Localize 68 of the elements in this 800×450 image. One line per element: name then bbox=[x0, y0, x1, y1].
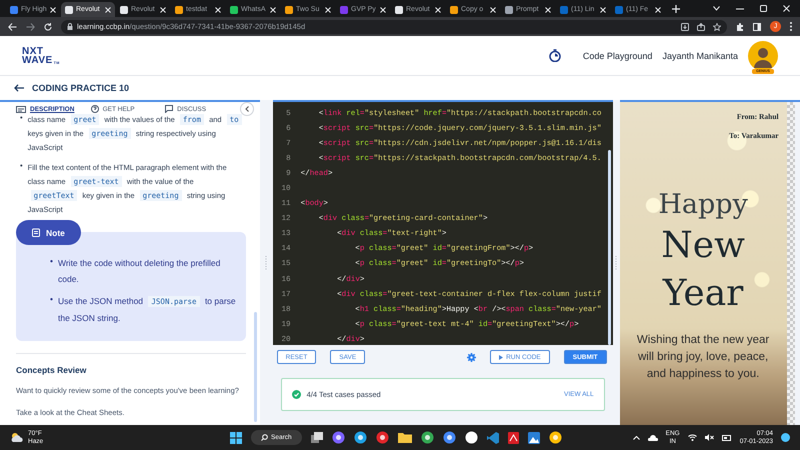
weather-icon[interactable] bbox=[10, 432, 24, 443]
section-heading: Concepts Review bbox=[16, 364, 88, 376]
cloud-icon[interactable] bbox=[648, 434, 658, 440]
puzzle-icon[interactable] bbox=[736, 22, 744, 30]
document-icon[interactable] bbox=[508, 432, 519, 444]
card-heading: Year bbox=[661, 272, 744, 316]
scrollbar[interactable] bbox=[608, 150, 611, 345]
star-icon[interactable] bbox=[713, 22, 721, 30]
folder-icon[interactable] bbox=[398, 432, 412, 443]
chevron-left-icon bbox=[244, 106, 249, 112]
chevron-down-icon[interactable] bbox=[713, 6, 720, 11]
note-label: Note bbox=[16, 220, 81, 245]
close-icon[interactable] bbox=[545, 6, 551, 12]
close-icon[interactable] bbox=[600, 6, 606, 12]
chevron-up-icon[interactable] bbox=[632, 436, 640, 440]
document-icon bbox=[16, 106, 26, 112]
speaker-muted-icon[interactable] bbox=[704, 434, 714, 441]
scrollbar[interactable] bbox=[254, 312, 257, 422]
sidebar-icon[interactable] bbox=[753, 22, 761, 30]
search-icon bbox=[261, 434, 268, 441]
back-arrow-icon[interactable] bbox=[14, 84, 24, 92]
check-circle-icon bbox=[292, 390, 301, 399]
close-icon[interactable] bbox=[325, 6, 331, 12]
help-icon bbox=[90, 105, 99, 113]
app-icon[interactable] bbox=[464, 431, 478, 444]
settings-icon[interactable] bbox=[467, 352, 476, 362]
reload-icon[interactable] bbox=[44, 22, 52, 30]
chat-bubble-icon bbox=[165, 105, 174, 113]
page-title: CODING PRACTICE 10 bbox=[32, 83, 130, 93]
close-icon[interactable] bbox=[783, 5, 790, 12]
forward-icon[interactable] bbox=[26, 22, 35, 30]
lock-icon bbox=[67, 23, 73, 30]
close-icon[interactable] bbox=[655, 6, 661, 12]
close-icon[interactable] bbox=[160, 6, 166, 12]
minimize-icon[interactable] bbox=[736, 8, 744, 10]
clipboard-icon bbox=[32, 228, 40, 237]
code-editor-icon[interactable] bbox=[486, 432, 499, 444]
card-heading: New bbox=[660, 224, 746, 268]
avatar[interactable] bbox=[748, 40, 778, 70]
wifi-icon[interactable] bbox=[688, 434, 697, 441]
close-icon[interactable] bbox=[50, 6, 56, 12]
photos-icon[interactable] bbox=[528, 432, 540, 444]
close-icon[interactable] bbox=[380, 6, 386, 12]
note-text: Write the code without deleting the prefilled code. bbox=[58, 257, 222, 286]
bullet-marker: • bbox=[50, 293, 53, 306]
notification-icon[interactable] bbox=[781, 433, 790, 442]
maximize-icon[interactable] bbox=[760, 5, 767, 12]
close-icon[interactable] bbox=[215, 6, 221, 12]
task-view-icon[interactable] bbox=[310, 432, 323, 443]
close-icon[interactable] bbox=[435, 6, 441, 12]
play-icon bbox=[499, 354, 504, 360]
close-icon[interactable] bbox=[105, 6, 111, 12]
collapse-button[interactable] bbox=[240, 102, 254, 116]
stopwatch-icon[interactable] bbox=[548, 49, 561, 62]
card-heading: Happy bbox=[657, 188, 749, 222]
install-icon[interactable] bbox=[681, 22, 689, 30]
code-playground-link[interactable]: Code Playground bbox=[582, 50, 652, 60]
bullet-marker: • bbox=[50, 255, 53, 268]
user-name: Jayanth Manikanta bbox=[662, 50, 738, 60]
close-icon[interactable] bbox=[270, 6, 276, 12]
battery-icon[interactable] bbox=[722, 434, 732, 440]
close-icon[interactable] bbox=[490, 6, 496, 12]
back-icon[interactable] bbox=[8, 22, 17, 30]
share-icon[interactable] bbox=[697, 22, 705, 30]
greeting-message: Wishing that the new year will bring joy, love, peace, and happiness to you. bbox=[636, 333, 770, 382]
code-editor[interactable] bbox=[272, 102, 613, 345]
start-icon[interactable] bbox=[230, 432, 242, 444]
plus-icon[interactable] bbox=[672, 5, 680, 13]
